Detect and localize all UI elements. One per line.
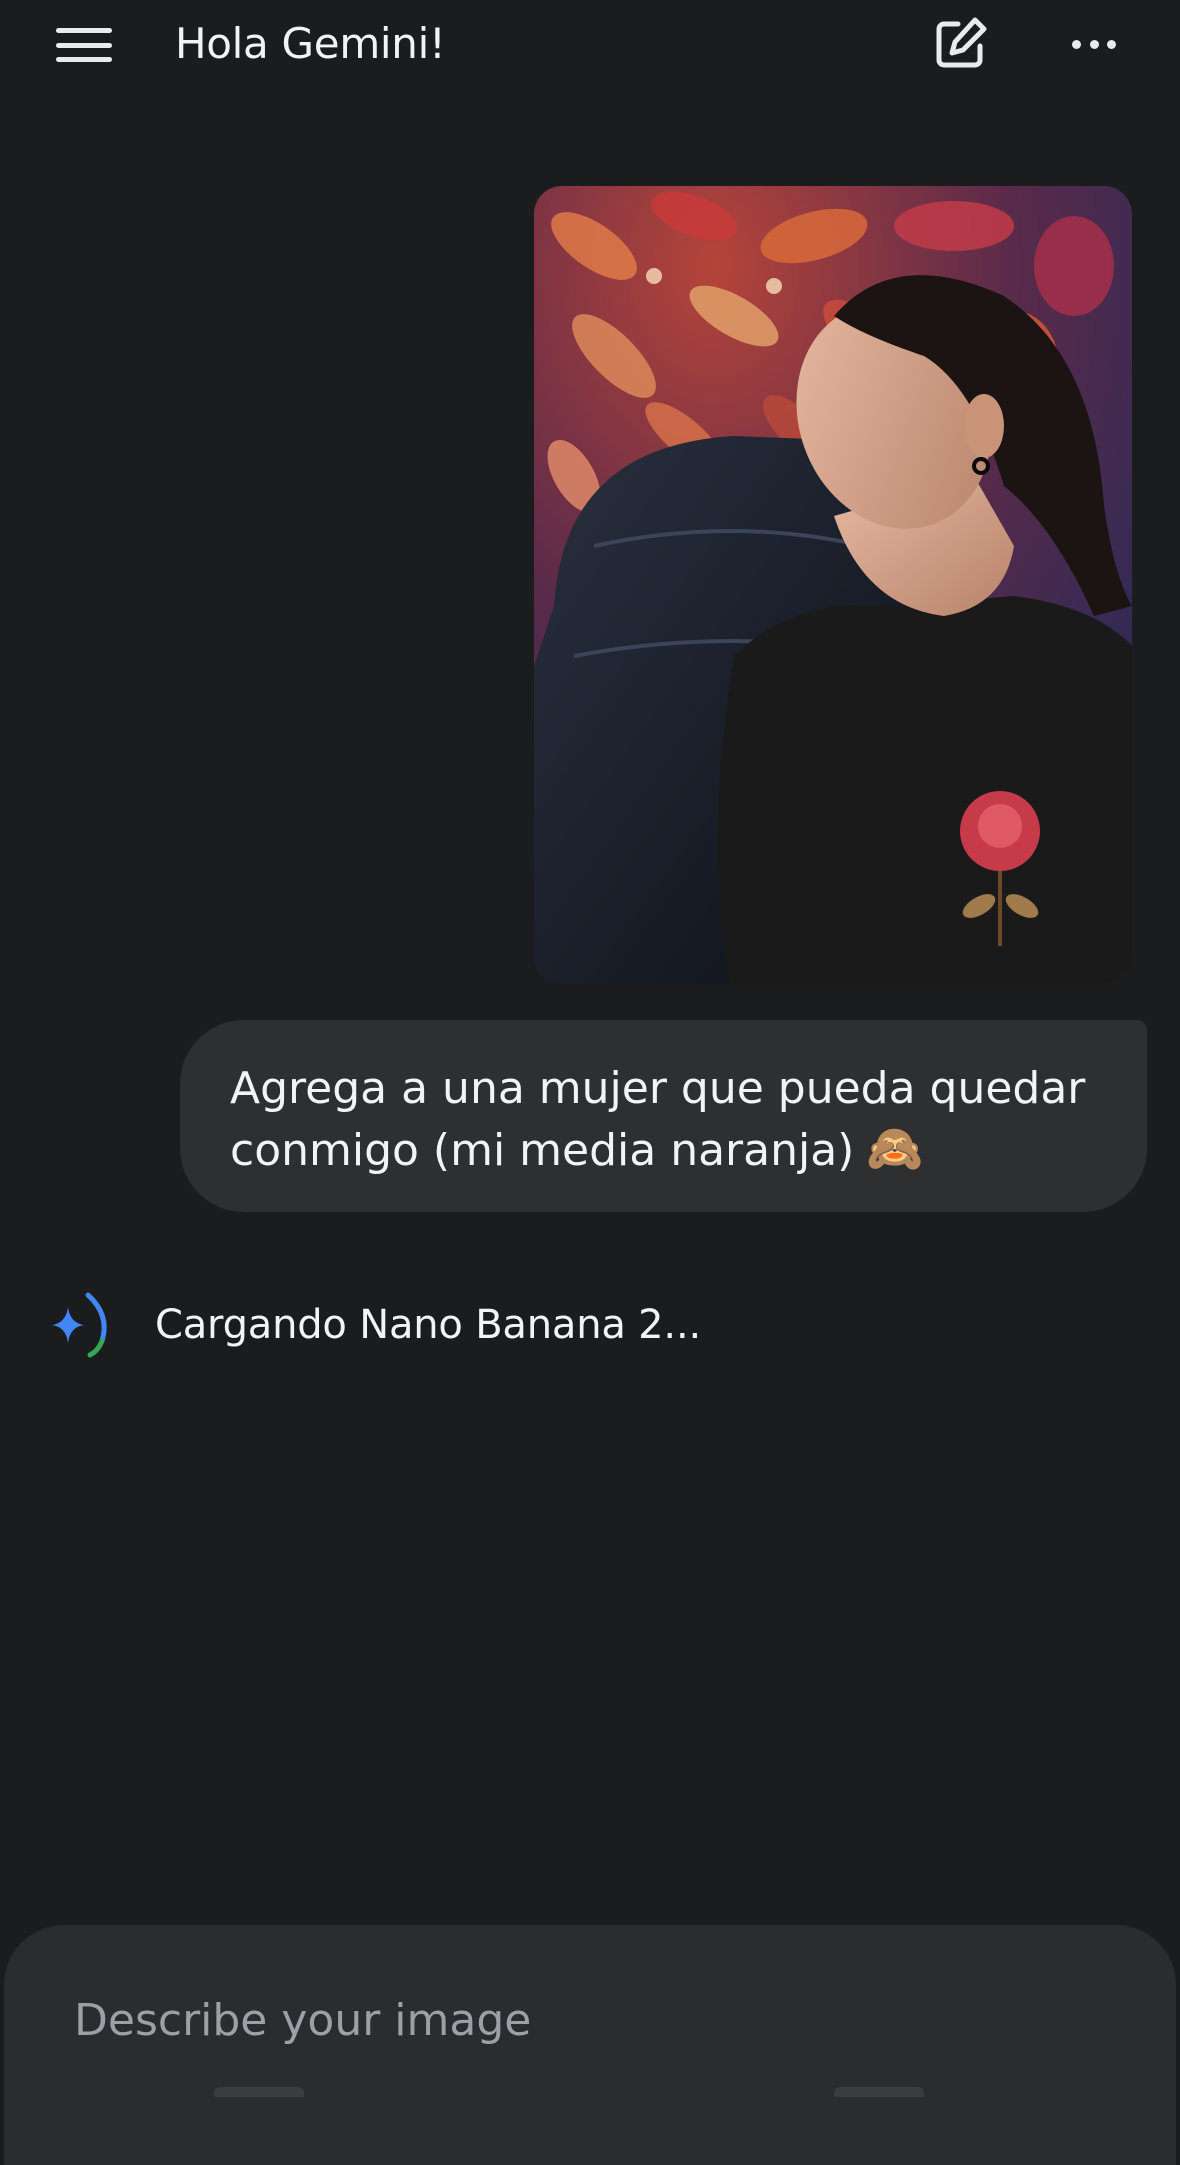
top-app-bar: Hola Gemini! (0, 0, 1180, 90)
user-message-text: Agrega a una mujer que pueda quedar conm… (230, 1058, 1097, 1182)
edit-square-icon (936, 17, 987, 68)
prompt-composer (4, 1925, 1176, 2165)
gemini-sparkle-icon (52, 1292, 107, 1358)
page-title: Hola Gemini! (175, 19, 446, 68)
assistant-status-text: Cargando Nano Banana 2... (155, 1302, 701, 1348)
more-options-button[interactable] (1066, 22, 1122, 66)
see-no-evil-monkey-emoji: 🙈 (866, 1121, 924, 1175)
describe-image-input[interactable] (74, 1995, 1074, 2046)
uploaded-photo[interactable] (534, 186, 1132, 984)
assistant-loading-row: Cargando Nano Banana 2... (40, 1285, 701, 1365)
user-message-content: Agrega a una mujer que pueda quedar conm… (230, 1063, 1086, 1176)
new-chat-button[interactable] (930, 14, 990, 74)
more-horizontal-icon (1072, 39, 1081, 49)
hamburger-menu-icon[interactable] (52, 22, 116, 68)
user-message-bubble: Agrega a una mujer que pueda quedar conm… (180, 1020, 1147, 1212)
